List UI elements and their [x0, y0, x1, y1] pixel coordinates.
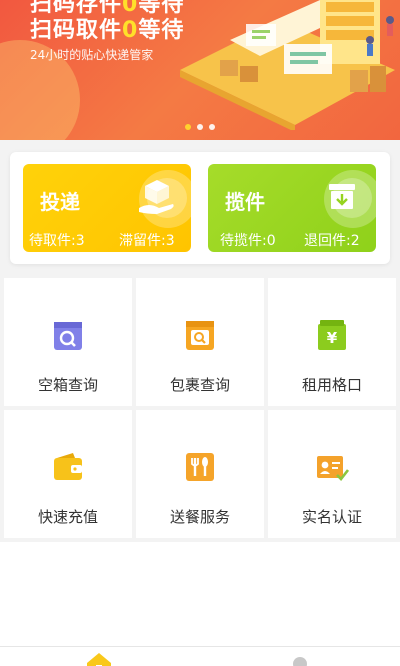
box-hand-icon [139, 180, 174, 214]
home-icon[interactable] [84, 651, 114, 666]
grid-item-real-name-auth[interactable]: 实名认证 [268, 410, 396, 538]
express-locker-illustration [180, 0, 395, 130]
grid-item-label: 实名认证 [301, 508, 362, 526]
promo-banner[interactable]: 扫码存件0等待 扫码取件0等待 24小时的贴心快递管家 [0, 0, 400, 140]
box-download-icon [329, 184, 355, 209]
meal-service-icon [186, 453, 214, 481]
banner-pagination [0, 124, 400, 130]
id-card-icon [317, 456, 349, 481]
pending-pickup-count: 待取件:3 [29, 233, 85, 249]
content-spacer [0, 542, 400, 646]
svg-text:¥: ¥ [327, 329, 338, 347]
grid-item-meal-service[interactable]: 送餐服务 [136, 410, 264, 538]
rent-locker-icon: ¥ [318, 320, 346, 350]
user-icon[interactable] [289, 656, 311, 666]
grid-item-rent-locker[interactable]: ¥ 租用格口 [268, 278, 396, 406]
pending-collect-count: 待揽件:0 [220, 233, 276, 249]
grid-item-label: 送餐服务 [169, 508, 230, 526]
empty-box-search-icon [54, 322, 82, 350]
banner-subtitle: 24小时的贴心快递管家 [30, 48, 154, 62]
delivery-title: 投递 [40, 190, 80, 214]
grid-item-label: 租用格口 [301, 376, 362, 394]
delivery-card[interactable]: 投递 待取件:3 滞留件:3 [23, 164, 191, 252]
returned-count: 退回件:2 [304, 233, 360, 249]
grid-item-label: 空箱查询 [37, 376, 98, 394]
banner-dot-3[interactable] [209, 124, 215, 130]
collection-title: 揽件 [225, 190, 265, 214]
banner-dot-2[interactable] [197, 124, 203, 130]
grid-item-package-query[interactable]: 包裹查询 [136, 278, 264, 406]
grid-item-label: 包裹查询 [169, 376, 230, 394]
banner-dot-1[interactable] [185, 124, 191, 130]
bottom-tab-bar [0, 646, 400, 666]
grid-item-label: 快速充值 [37, 508, 98, 526]
package-search-icon [186, 321, 214, 350]
service-grid: 空箱查询 包裹查询 ¥ 租用格口 快速充值 送餐服务 实名认证 [0, 276, 400, 542]
grid-item-empty-box-query[interactable]: 空箱查询 [4, 278, 132, 406]
wallet-icon [54, 453, 82, 480]
overdue-count: 滞留件:3 [119, 233, 175, 249]
grid-item-quick-recharge[interactable]: 快速充值 [4, 410, 132, 538]
collection-card[interactable]: 揽件 待揽件:0 退回件:2 [208, 164, 376, 252]
quick-actions-panel: 投递 待取件:3 滞留件:3 揽件 待揽件:0 退回件:2 [10, 152, 390, 264]
